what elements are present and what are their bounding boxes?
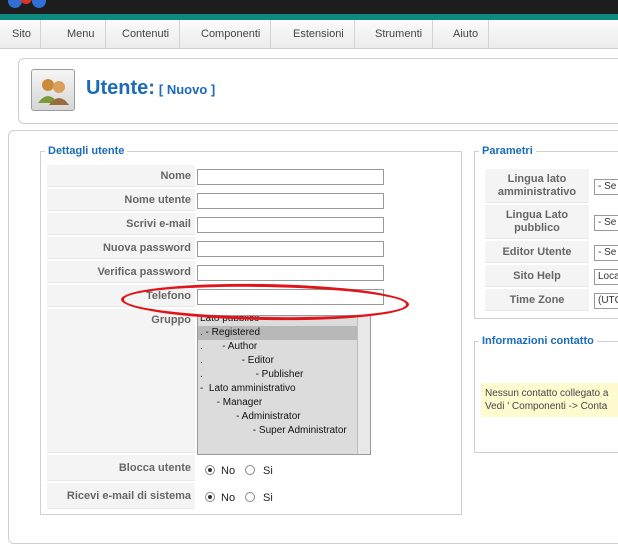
verify-password-input[interactable]: [197, 265, 384, 281]
block-user-no-label: No: [221, 465, 236, 477]
nome-input[interactable]: [197, 169, 384, 185]
menu-contenuti[interactable]: Contenuti: [112, 20, 181, 48]
time-zone-select[interactable]: (UTC: [594, 293, 618, 309]
group-option-selected[interactable]: . - Registered: [198, 326, 370, 340]
contact-info-legend: Informazioni contatto: [482, 335, 594, 347]
site-language-select[interactable]: - Se: [594, 215, 618, 231]
group-listbox[interactable]: Lato pubblico . - Registered . - Author …: [197, 315, 371, 455]
site-help-select[interactable]: Loca: [594, 269, 618, 285]
contact-info-fieldset: Informazioni contatto Nessun contatto co…: [474, 335, 618, 453]
new-password-input[interactable]: [197, 241, 384, 257]
email-input[interactable]: [197, 217, 384, 233]
parameters-legend: Parametri: [482, 145, 533, 157]
param-label-user-editor: Editor Utente: [485, 241, 589, 263]
nome-utente-input[interactable]: [197, 193, 384, 209]
field-label-nome: Nome: [47, 165, 195, 187]
field-label-email-sistema: Ricevi e-mail di sistema: [47, 483, 195, 509]
menu-componenti[interactable]: Componenti: [191, 20, 272, 48]
contact-info-line2: Vedi ' Componenti -> Conta: [485, 401, 608, 412]
param-label-time-zone: Time Zone: [485, 289, 589, 311]
group-option[interactable]: - Super Administrator: [198, 424, 370, 438]
field-label-nome-utente: Nome utente: [47, 189, 195, 211]
main-panel: Dettagli utente Nome Nome utente Scrivi …: [8, 130, 618, 544]
group-scrollbar[interactable]: [357, 316, 370, 454]
contact-info-line1: Nessun contatto collegato a: [485, 388, 609, 399]
param-label-site-help: Sito Help: [485, 265, 589, 287]
page-title: Utente:[ Nuovo ]: [86, 77, 215, 100]
group-option[interactable]: . - Author: [198, 340, 370, 354]
admin-language-select[interactable]: - Se: [594, 179, 618, 195]
top-header: [0, 0, 618, 14]
system-email-no-label: No: [221, 492, 236, 504]
field-label-verify-password: Verifica password: [47, 261, 195, 283]
logo-icon: [8, 0, 22, 8]
system-email-si-label: Si: [263, 492, 273, 504]
group-option[interactable]: - Administrator: [198, 410, 370, 424]
menu-strumenti[interactable]: Strumenti: [365, 20, 434, 48]
block-user-si-label: Si: [263, 465, 273, 477]
main-menu-bar: Sito Menu Contenuti Componenti Estension…: [0, 20, 618, 49]
menu-sito[interactable]: Sito: [12, 20, 41, 48]
group-option[interactable]: - Manager: [198, 396, 370, 410]
menu-menu[interactable]: Menu: [57, 20, 106, 48]
block-user-no-radio[interactable]: [205, 465, 215, 475]
contact-info-notice: Nessun contatto collegato a Vedi ' Compo…: [481, 383, 618, 417]
logo-icon-part: [32, 0, 46, 8]
group-option[interactable]: . - Editor: [198, 354, 370, 368]
page-subtitle: [ Nuovo ]: [158, 82, 216, 97]
field-label-gruppo: Gruppo: [47, 309, 195, 453]
menu-aiuto[interactable]: Aiuto: [443, 20, 490, 48]
menu-estensioni[interactable]: Estensioni: [283, 20, 355, 48]
block-user-si-radio[interactable]: [245, 465, 255, 475]
page-header-box: Utente:[ Nuovo ]: [18, 58, 618, 124]
param-label-admin-language: Lingua lato amministrativo: [485, 169, 589, 203]
user-editor-select[interactable]: - Se: [594, 245, 618, 261]
logo-icon-part: [20, 0, 32, 4]
group-option[interactable]: . - Publisher: [198, 368, 370, 382]
page-title-text: Utente:: [86, 77, 155, 99]
field-label-new-password: Nuova password: [47, 237, 195, 259]
group-option[interactable]: - Lato amministrativo: [198, 382, 370, 396]
field-label-blocca-utente: Blocca utente: [47, 455, 195, 481]
field-label-email: Scrivi e-mail: [47, 213, 195, 235]
system-email-si-radio[interactable]: [245, 492, 255, 502]
system-email-no-radio[interactable]: [205, 492, 215, 502]
param-label-site-language: Lingua Lato pubblico: [485, 205, 589, 239]
users-icon: [31, 69, 75, 111]
user-details-legend: Dettagli utente: [48, 145, 125, 157]
